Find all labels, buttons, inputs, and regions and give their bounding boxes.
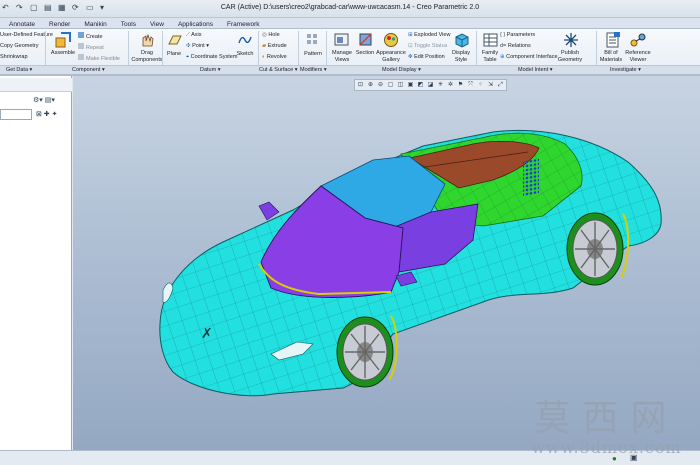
toggle-status-button[interactable]: ⊡ Toggle Status [408,43,447,50]
component-interface-button[interactable]: ⊕ Component Interface [500,54,558,61]
parameters-icon: { } [500,32,507,38]
watermark: 莫西网 www.3dmox.com [519,399,694,457]
tab-manikin[interactable]: Manikin [77,18,113,28]
model-tree-panel: ⚙▾ ▤▾ ⊠ ✚ ✦ [0,76,72,450]
point-button[interactable]: ✣ Point ▾ [186,43,209,50]
pattern-icon [307,34,317,44]
group-datum[interactable]: Datum ▾ [200,67,221,74]
ribbon-group-bar: Get Data ▾ Component ▾ Datum ▾ Cut & Sur… [0,65,700,75]
model-tree-search-input[interactable] [0,109,32,120]
model-tree-header [0,78,72,92]
appearance-gallery-icon [384,33,398,47]
copy-geometry-button[interactable]: Copy Geometry [0,43,39,50]
tab-view[interactable]: View [143,18,171,28]
parameters-button[interactable]: { } Parameters [500,32,535,39]
axis-button[interactable]: ⟋ Axis [186,32,201,39]
assemble-icon [55,32,71,48]
create-icon [78,32,84,38]
repeat-button[interactable]: Repeat [78,43,104,52]
make-flexible-button[interactable]: Make Flexible [78,54,120,63]
pattern-button[interactable]: Pattern [300,51,326,58]
shrinkwrap-button[interactable]: Shrinkwrap [0,54,28,61]
sketch-icon [238,36,252,44]
search-icon[interactable]: ⊠ ✚ ✦ [36,110,58,118]
side-vent [523,157,539,197]
edit-position-button[interactable]: ✥ Edit Position [408,54,445,61]
reference-viewer-icon [630,33,646,47]
tab-framework[interactable]: Framework [220,18,267,28]
drag-components-icon [142,33,154,47]
publish-geometry-button[interactable]: Publish Geometry [555,50,585,63]
sketch-button[interactable]: Sketch [233,51,257,58]
assemble-button[interactable]: Assemble [46,50,80,57]
tab-render[interactable]: Render [42,18,77,28]
repeat-icon [78,43,84,49]
tab-annotate[interactable]: Annotate [2,18,42,28]
relations-button[interactable]: d= Relations [500,43,531,50]
display-style-button[interactable]: Display Style [447,50,475,63]
point-dropdown-icon[interactable]: ▾ [205,43,209,49]
coordinate-system-button[interactable]: ⌖ Coordinate System [186,54,237,61]
group-component[interactable]: Component ▾ [72,67,105,74]
car-model[interactable]: ✗ [73,76,700,450]
plane-button[interactable]: Plane [162,51,186,58]
group-cut-surface[interactable]: Cut & Surface ▾ [259,67,298,74]
tab-tools[interactable]: Tools [114,18,143,28]
ribbon-tabs: Annotate Render Manikin Tools View Appli… [0,18,700,29]
bill-of-materials-icon [606,32,620,48]
group-get-data[interactable]: Get Data ▾ [6,67,32,74]
window-title: CAR (Active) D:\users\creo2\grabcad-car\… [220,4,480,11]
section-icon [359,33,372,46]
drag-components-button[interactable]: Drag Components [128,50,166,63]
manage-views-icon [334,33,349,46]
extrude-button[interactable]: ▰ Extrude [262,43,287,50]
group-model-display[interactable]: Model Display ▾ [382,67,421,74]
appearance-gallery-button[interactable]: Appearance Gallery [374,50,408,63]
revolve-button[interactable]: ◐ Revolve [262,54,287,61]
group-model-intent[interactable]: Model Intent ▾ [518,67,553,74]
tab-applications[interactable]: Applications [171,18,220,28]
model-tree-settings-icon[interactable]: ⚙▾ ▤▾ [33,96,55,104]
graphics-viewport[interactable]: ⊡ ⊕ ⊖ ▢ ◫ ▣ ◩ ◪ ✳ ✲ ⚑ ⤧ ⁘ ⇲ ⤢ ✗ [73,76,700,450]
make-flexible-icon [78,54,84,60]
display-style-icon [455,33,469,48]
relations-icon: d= [500,43,508,49]
exploded-view-button[interactable]: ⊞ Exploded View [408,32,450,39]
publish-geometry-icon [564,33,578,47]
watermark-url: www.3dmox.com [531,438,682,457]
create-button[interactable]: Create [78,32,103,41]
group-modifiers[interactable]: Modifiers ▾ [300,67,327,74]
family-table-icon [483,33,498,47]
reference-viewer-button[interactable]: Reference Viewer [620,50,656,63]
title-bar: ↶ ↷ ▢ ▤ ▦ ⟳ ▭ ▾ CAR (Active) D:\users\cr… [0,0,700,18]
watermark-chinese: 莫西网 [534,398,679,439]
hole-button[interactable]: ◎ Hole [262,32,280,39]
group-investigate[interactable]: Investigate ▾ [610,67,641,74]
brand-emblem: ✗ [201,326,213,342]
plane-icon [168,35,182,45]
